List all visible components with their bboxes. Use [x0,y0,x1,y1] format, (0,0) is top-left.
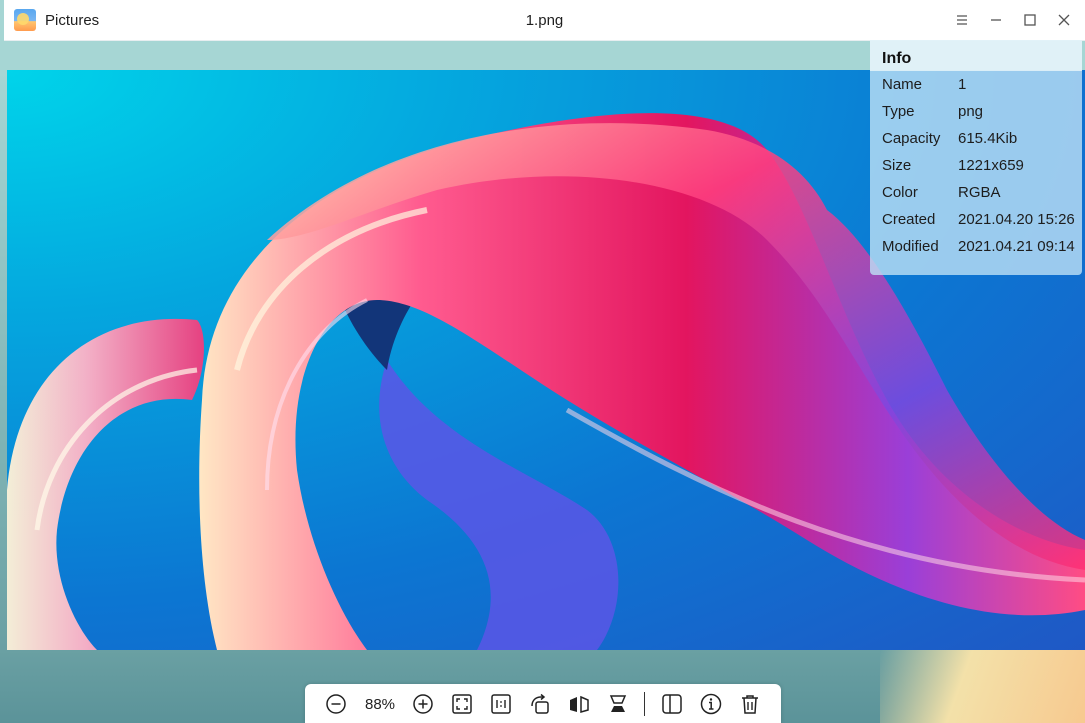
original-size-button[interactable] [486,689,516,719]
zoom-in-icon [413,694,433,714]
minimize-icon [991,19,1001,21]
fit-window-icon [452,694,472,714]
zoom-in-button[interactable] [408,689,438,719]
info-value: png [958,103,984,120]
info-row-modified: Modified 2021.04.21 09:14 [870,233,1082,260]
bottom-toolbar: 88% [305,684,781,723]
flip-vertical-icon [609,695,627,712]
info-value: 2021.04.21 09:14 [958,238,1075,255]
close-icon [1058,14,1070,26]
info-key: Modified [882,238,939,255]
flip-vertical-button[interactable] [603,689,633,719]
info-value: 2021.04.20 15:26 [958,211,1075,228]
info-panel: Info Name 1 Type png Capacity 615.4Kib S… [870,40,1082,275]
info-key: Name [882,76,923,93]
zoom-out-icon [326,694,346,714]
maximize-icon [1024,14,1036,26]
toolbar-divider [644,692,645,716]
flip-horizontal-button[interactable] [564,689,594,719]
close-button[interactable] [1051,7,1077,33]
info-key: Size [882,157,912,174]
picture-viewer-window: Pictures 1.png Info Name 1 Type png Capa… [0,0,1085,723]
app-name: Pictures [45,11,100,29]
zoom-out-button[interactable] [321,689,351,719]
info-key: Created [882,211,936,228]
info-row-type: Type png [870,98,1082,125]
menu-icon [957,15,967,25]
fit-window-button[interactable] [447,689,477,719]
info-value: 615.4Kib [958,130,1018,147]
flip-horizontal-icon [570,695,589,713]
info-row-color: Color RGBA [870,179,1082,206]
background-glow [880,650,1085,723]
sidebar-button[interactable] [657,689,687,719]
minimize-button[interactable] [983,7,1009,33]
window-controls [949,7,1077,33]
info-panel-title: Info [870,40,1082,71]
zoom-level: 88% [364,695,396,713]
pictures-app-icon [14,9,36,31]
info-key: Capacity [882,130,941,147]
info-value: 1 [958,76,967,93]
info-icon [700,693,722,715]
info-row-name: Name 1 [870,71,1082,98]
info-key: Color [882,184,918,201]
maximize-button[interactable] [1017,7,1043,33]
info-value: RGBA [958,184,1001,201]
file-title: 1.png [525,11,564,29]
titlebar: Pictures 1.png [4,0,1085,41]
rotate-button[interactable] [525,689,555,719]
info-row-capacity: Capacity 615.4Kib [870,125,1082,152]
info-row-created: Created 2021.04.20 15:26 [870,206,1082,233]
original-size-icon [491,694,511,714]
delete-button[interactable] [735,689,765,719]
rotate-icon [531,693,549,714]
sidebar-icon [662,694,682,714]
info-row-size: Size 1221x659 [870,152,1082,179]
info-button[interactable] [696,689,726,719]
menu-button[interactable] [949,7,975,33]
delete-icon [742,695,758,714]
info-key: Type [882,103,915,120]
info-value: 1221x659 [958,157,1024,174]
